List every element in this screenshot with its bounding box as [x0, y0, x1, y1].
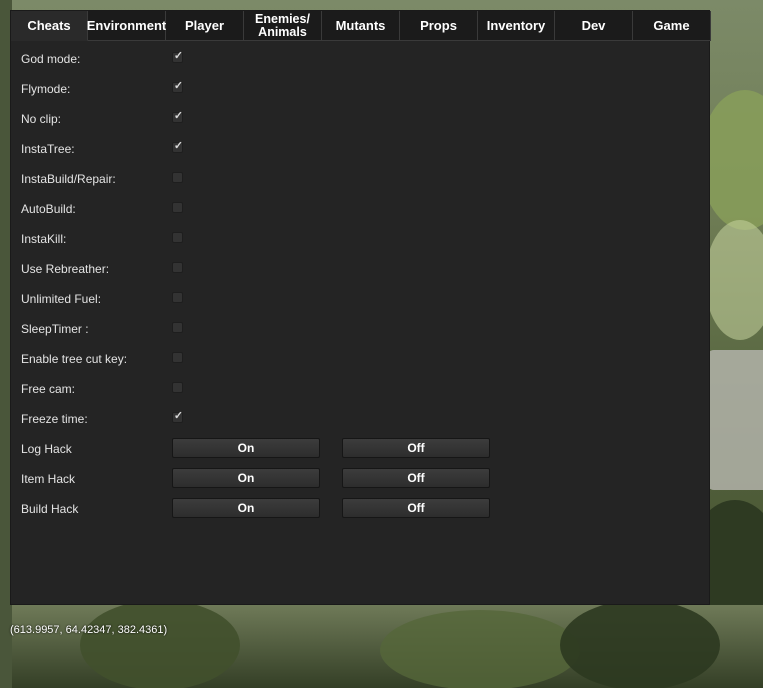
mod-menu-panel: Cheats Environment Player Enemies/ Anima…: [10, 10, 711, 605]
sleeptimer-checkbox[interactable]: [172, 322, 183, 333]
cheat-label: No clip:: [21, 112, 62, 126]
hack-row-log: Log Hack On Off: [11, 434, 711, 464]
tab-game[interactable]: Game: [633, 11, 711, 41]
checkmark-icon: ✓: [173, 50, 184, 62]
build-hack-off-button[interactable]: Off: [342, 498, 490, 518]
hack-label: Log Hack: [21, 442, 72, 456]
cheat-label: InstaTree:: [21, 142, 75, 156]
cheat-label: SleepTimer :: [21, 322, 89, 336]
tab-cheats[interactable]: Cheats: [11, 11, 88, 41]
cheat-row-free-cam: Free cam:: [11, 374, 711, 404]
cheat-label: InstaBuild/Repair:: [21, 172, 116, 186]
hack-row-build: Build Hack On Off: [11, 494, 711, 524]
cheat-row-instatree: InstaTree: ✓: [11, 134, 711, 164]
instatree-checkbox[interactable]: ✓: [172, 140, 184, 153]
instakill-checkbox[interactable]: [172, 232, 183, 243]
unlimited-fuel-checkbox[interactable]: [172, 292, 183, 303]
cheat-row-autobuild: AutoBuild:: [11, 194, 711, 224]
freeze-time-checkbox[interactable]: ✓: [172, 410, 184, 423]
cheat-row-no-clip: No clip: ✓: [11, 104, 711, 134]
cheat-label: God mode:: [21, 52, 81, 66]
build-hack-on-button[interactable]: On: [172, 498, 320, 518]
checkmark-icon: ✓: [173, 140, 184, 152]
cheat-row-unlimited-fuel: Unlimited Fuel:: [11, 284, 711, 314]
tree-cut-key-checkbox[interactable]: [172, 352, 183, 363]
hack-label: Item Hack: [21, 472, 76, 486]
checkmark-icon: ✓: [173, 80, 184, 92]
tab-dev[interactable]: Dev: [555, 11, 633, 41]
item-hack-off-button[interactable]: Off: [342, 468, 490, 488]
log-hack-on-button[interactable]: On: [172, 438, 320, 458]
position-readout: (613.9957, 64.42347, 382.4361): [10, 624, 168, 636]
cheat-row-rebreather: Use Rebreather:: [11, 254, 711, 284]
instabuild-checkbox[interactable]: [172, 172, 183, 183]
tab-player[interactable]: Player: [166, 11, 244, 41]
cheat-row-instakill: InstaKill:: [11, 224, 711, 254]
autobuild-checkbox[interactable]: [172, 202, 183, 213]
cheat-label: Free cam:: [21, 382, 76, 396]
tab-mutants[interactable]: Mutants: [322, 11, 400, 41]
cheat-row-god-mode: God mode: ✓: [11, 44, 711, 74]
cheat-label: Flymode:: [21, 82, 71, 96]
cheat-row-instabuild: InstaBuild/Repair:: [11, 164, 711, 194]
flymode-checkbox[interactable]: ✓: [172, 80, 184, 93]
cheat-row-flymode: Flymode: ✓: [11, 74, 711, 104]
tab-inventory[interactable]: Inventory: [478, 11, 555, 41]
checkmark-icon: ✓: [173, 410, 184, 422]
cheat-label: AutoBuild:: [21, 202, 76, 216]
hack-row-item: Item Hack On Off: [11, 464, 711, 494]
log-hack-off-button[interactable]: Off: [342, 438, 490, 458]
tab-props[interactable]: Props: [400, 11, 478, 41]
item-hack-on-button[interactable]: On: [172, 468, 320, 488]
hack-label: Build Hack: [21, 502, 79, 516]
god-mode-checkbox[interactable]: ✓: [172, 50, 184, 63]
cheat-row-sleeptimer: SleepTimer :: [11, 314, 711, 344]
tab-bar: Cheats Environment Player Enemies/ Anima…: [11, 11, 711, 41]
cheat-label: InstaKill:: [21, 232, 67, 246]
cheat-label: Unlimited Fuel:: [21, 292, 102, 306]
no-clip-checkbox[interactable]: ✓: [172, 110, 184, 123]
cheat-row-tree-cut-key: Enable tree cut key:: [11, 344, 711, 374]
cheat-label: Use Rebreather:: [21, 262, 110, 276]
rebreather-checkbox[interactable]: [172, 262, 183, 273]
tab-enemies-animals[interactable]: Enemies/ Animals: [244, 11, 322, 41]
cheat-label: Enable tree cut key:: [21, 352, 128, 366]
cheat-label: Freeze time:: [21, 412, 88, 426]
cheats-list: God mode: ✓ Flymode: ✓ No clip: ✓ InstaT…: [11, 44, 711, 524]
free-cam-checkbox[interactable]: [172, 382, 183, 393]
tab-environment[interactable]: Environment: [87, 11, 166, 41]
checkmark-icon: ✓: [173, 110, 184, 122]
cheat-row-freeze-time: Freeze time: ✓: [11, 404, 711, 434]
